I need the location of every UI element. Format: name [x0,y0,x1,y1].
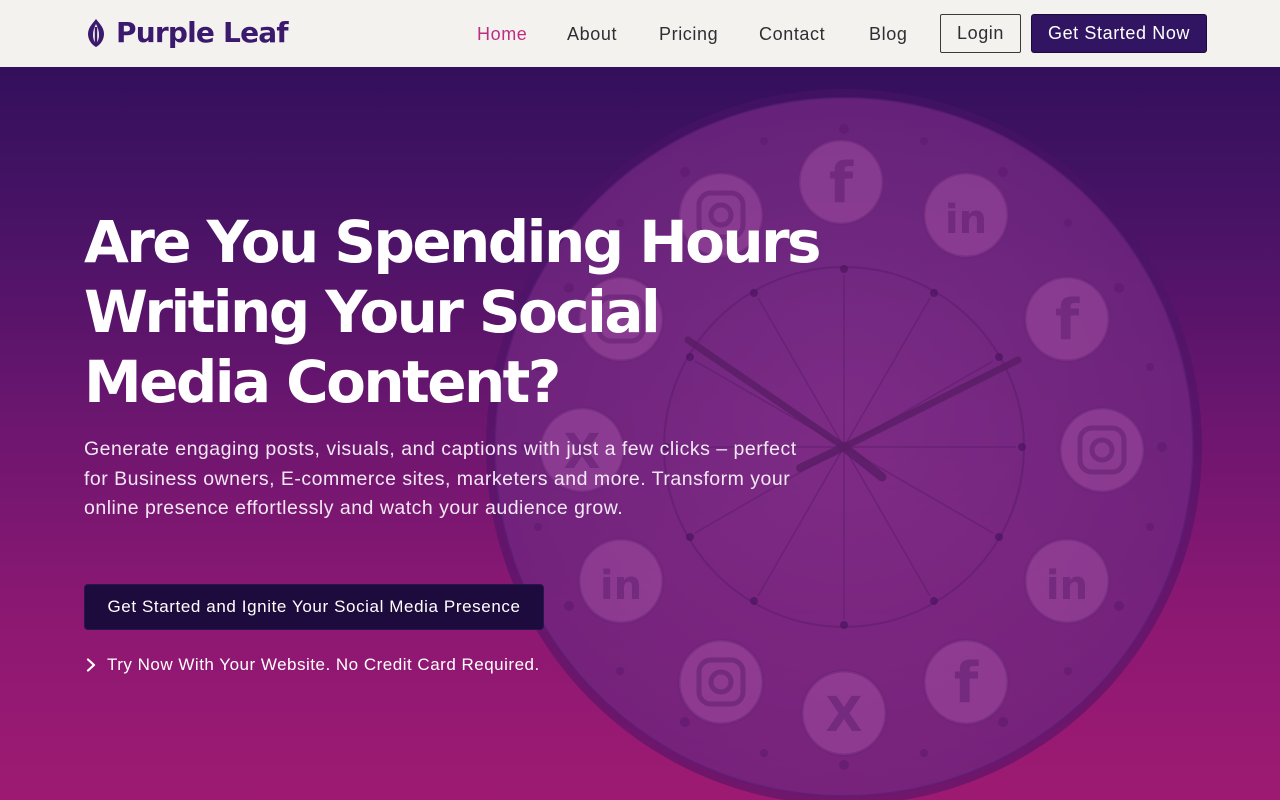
nav-pricing[interactable]: Pricing [659,22,718,46]
brand-name: Purple Leaf [116,16,289,49]
svg-text:in: in [945,197,987,243]
svg-text:f: f [1055,288,1080,353]
svg-text:in: in [600,563,642,609]
hero-title: Are You Spending Hours Writing Your Soci… [84,208,822,416]
login-button[interactable]: Login [940,14,1021,53]
get-started-now-button[interactable]: Get Started Now [1031,14,1207,53]
nav-home[interactable]: Home [477,22,527,46]
hero-note-text: Try Now With Your Website. No Credit Car… [107,655,540,674]
site-header: Purple Leaf Home About Pricing Contact B… [0,0,1280,67]
hero-note: Try Now With Your Website. No Credit Car… [84,654,540,676]
leaf-icon [88,19,104,47]
nav-about[interactable]: About [567,22,617,46]
chevron-right-icon [86,658,96,672]
nav-contact[interactable]: Contact [759,22,825,46]
hero-subtitle: Generate engaging posts, visuals, and ca… [84,438,797,519]
svg-text:X: X [825,687,862,743]
hero-section: f in f f X in in X Are You Spending Hour… [0,67,1280,800]
nav-blog[interactable]: Blog [869,22,907,46]
svg-text:f: f [954,651,979,716]
hero-cta-button[interactable]: Get Started and Ignite Your Social Media… [84,584,544,630]
svg-text:in: in [1046,563,1088,609]
brand-logo[interactable]: Purple Leaf [84,16,289,50]
